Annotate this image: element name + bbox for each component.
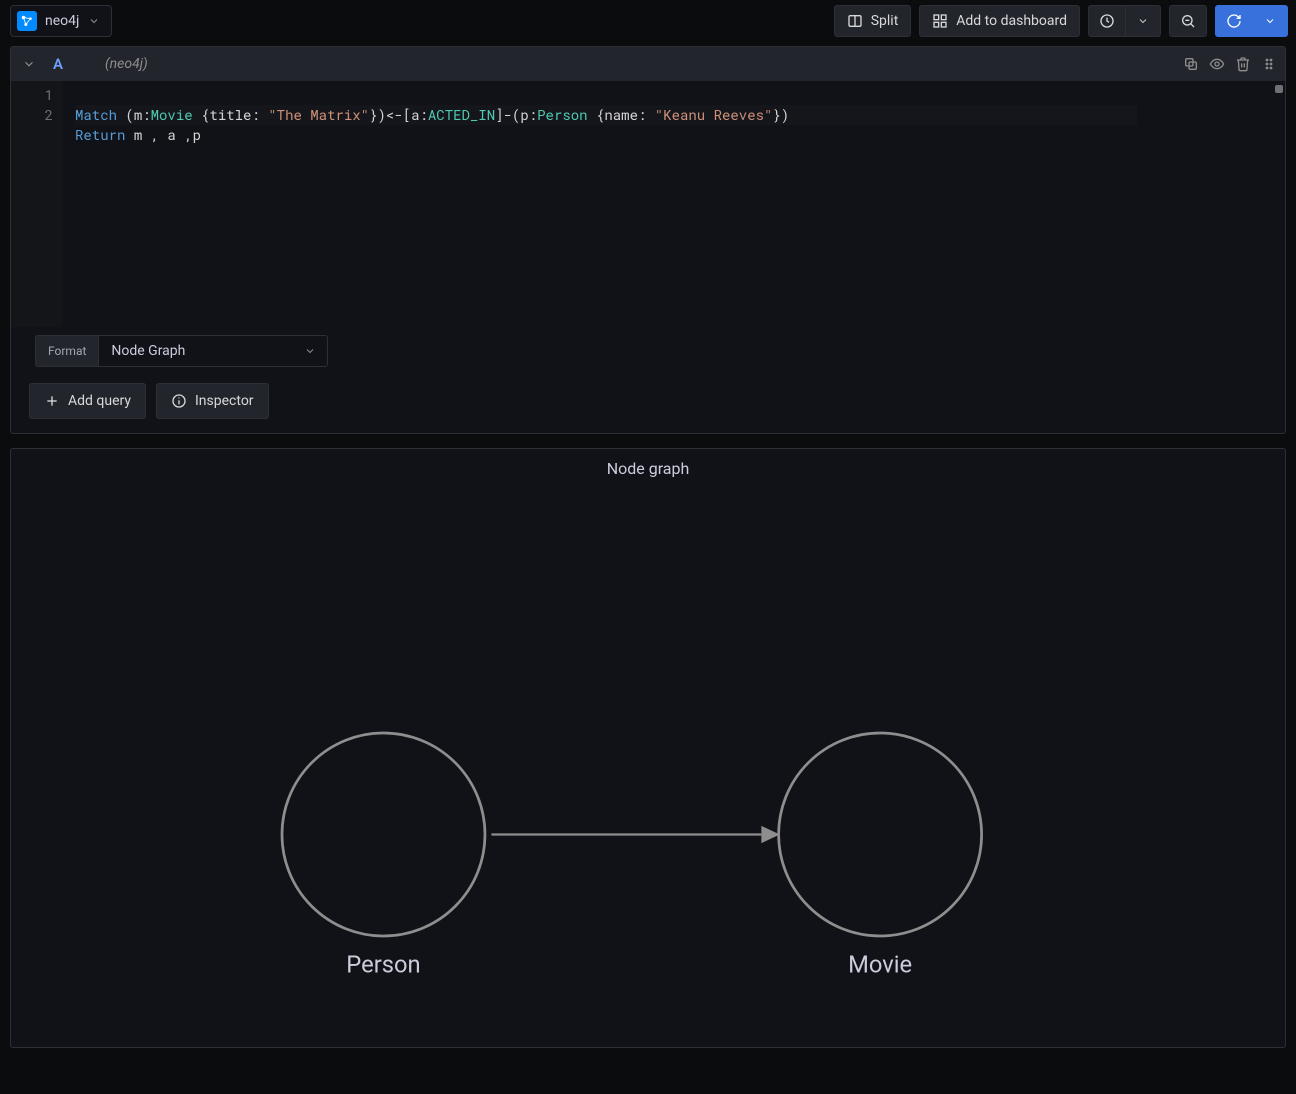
code-token: {name:: [588, 105, 655, 124]
zoom-out-button[interactable]: [1169, 5, 1207, 37]
format-label: Format: [35, 335, 98, 367]
graph-node-movie[interactable]: [779, 733, 982, 936]
top-toolbar: neo4j Split Add to dashboard: [0, 0, 1296, 42]
scrollbar-thumb[interactable]: [1275, 85, 1283, 93]
node-graph-canvas[interactable]: Person Movie: [11, 489, 1285, 1094]
chevron-down-icon: [303, 344, 317, 358]
drag-handle-icon[interactable]: [1261, 56, 1277, 72]
chevron-down-icon: [1136, 14, 1150, 28]
copy-query-button[interactable]: [1183, 56, 1199, 72]
panel-title: Node graph: [11, 449, 1285, 478]
datasource-name: neo4j: [45, 13, 79, 29]
split-label: Split: [871, 13, 899, 29]
code-token: Person: [537, 105, 587, 124]
chevron-down-icon: [87, 14, 101, 28]
format-selected-value: Node Graph: [111, 343, 185, 359]
plus-icon: [44, 393, 60, 409]
line-number: 1: [11, 85, 53, 105]
toolbar-right: Split Add to dashboard: [834, 5, 1288, 37]
cypher-code-editor[interactable]: 1 2 Match (m:Movie {title: "The Matrix"}…: [11, 81, 1285, 327]
zoom-out-icon: [1180, 13, 1196, 29]
code-token: "Keanu Reeves": [655, 105, 773, 124]
query-row-header: A (neo4j): [11, 47, 1285, 81]
code-token: }): [772, 105, 789, 124]
run-query-button[interactable]: [1215, 5, 1253, 37]
collapse-query-button[interactable]: [19, 57, 39, 71]
code-token: m , a ,p: [125, 125, 201, 144]
dashboard-icon: [932, 13, 948, 29]
format-row: Format Node Graph: [11, 327, 1285, 375]
toggle-visibility-button[interactable]: [1209, 56, 1225, 72]
add-query-button[interactable]: Add query: [29, 383, 146, 419]
query-editor-panel: A (neo4j) 1 2 Match (m:Movie {title: "Th…: [10, 46, 1286, 434]
panel-split-icon: [847, 13, 863, 29]
code-token: ACTED_IN: [428, 105, 495, 124]
neo4j-logo-icon: [17, 11, 37, 31]
graph-node-person[interactable]: [282, 733, 485, 936]
code-token: (m:: [117, 105, 151, 124]
arrow-head-icon: [761, 826, 779, 843]
query-ref-id[interactable]: A: [53, 55, 63, 73]
code-token: Match: [75, 105, 117, 124]
code-token: ]-(p:: [495, 105, 537, 124]
inspector-label: Inspector: [195, 393, 254, 409]
datasource-picker[interactable]: neo4j: [10, 5, 112, 37]
add-to-dashboard-button[interactable]: Add to dashboard: [919, 5, 1080, 37]
line-number: 2: [11, 105, 53, 125]
time-picker-group: [1088, 5, 1161, 37]
run-dropdown-button[interactable]: [1253, 5, 1288, 37]
node-graph-panel: Node graph Person Movie: [10, 448, 1286, 1048]
time-picker-button[interactable]: [1088, 5, 1126, 37]
code-token: {title:: [193, 105, 269, 124]
code-token: Return: [75, 125, 125, 144]
add-to-dashboard-label: Add to dashboard: [956, 13, 1067, 29]
graph-node-person-label: Person: [346, 951, 420, 979]
add-query-label: Add query: [68, 393, 131, 409]
code-token: })<-[a:: [369, 105, 428, 124]
clock-icon: [1099, 13, 1115, 29]
graph-node-movie-label: Movie: [848, 951, 912, 979]
query-datasource-label: (neo4j): [105, 56, 148, 72]
query-actions-row: Add query Inspector: [11, 375, 1285, 433]
code-token: Movie: [151, 105, 193, 124]
format-select[interactable]: Node Graph: [98, 335, 328, 367]
code-content: Match (m:Movie {title: "The Matrix"})<-[…: [63, 81, 1137, 327]
line-number-gutter: 1 2: [11, 81, 63, 327]
time-picker-dropdown[interactable]: [1126, 5, 1161, 37]
refresh-icon: [1226, 13, 1242, 29]
delete-query-button[interactable]: [1235, 56, 1251, 72]
inspector-button[interactable]: Inspector: [156, 383, 269, 419]
code-token: "The Matrix": [268, 105, 369, 124]
chevron-down-icon: [1263, 14, 1277, 28]
split-button[interactable]: Split: [834, 5, 912, 37]
info-icon: [171, 393, 187, 409]
run-button-group: [1215, 5, 1288, 37]
